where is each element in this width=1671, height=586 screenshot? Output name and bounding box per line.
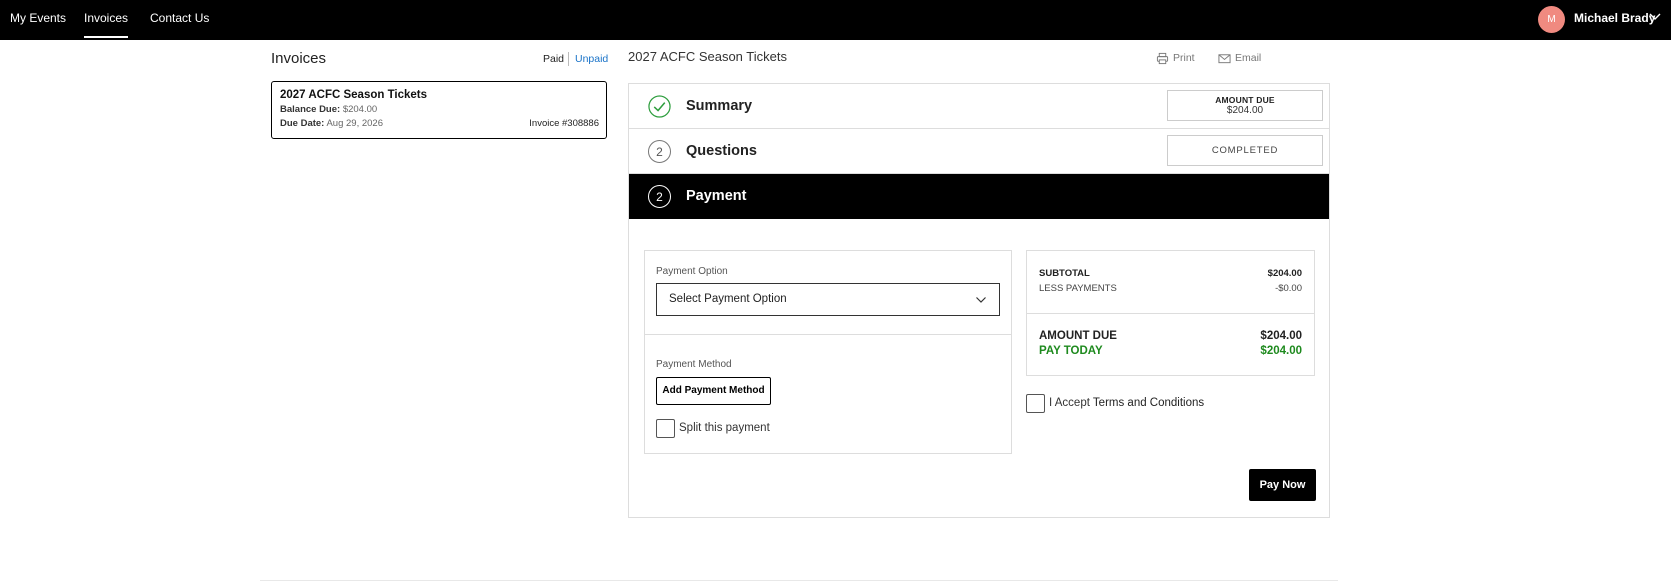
pay-now-button[interactable]: Pay Now (1249, 469, 1316, 501)
step-questions-title: Questions (686, 143, 757, 159)
amount-due-row: AMOUNT DUE $204.00 (1039, 329, 1302, 343)
chevron-down-icon[interactable] (1648, 12, 1662, 22)
step-summary-title: Summary (686, 98, 753, 114)
filter-divider (568, 52, 569, 66)
due-date-label: Due Date: (280, 118, 325, 129)
invoice-card[interactable]: 2027 ACFC Season Tickets Balance Due: $2… (271, 81, 607, 139)
split-payment-label: Split this payment (679, 422, 770, 434)
less-payments-row: LESS PAYMENTS -$0.00 (1039, 283, 1302, 295)
subtotal-label: SUBTOTAL (1039, 268, 1090, 279)
step-number: 2 (648, 140, 671, 163)
split-payment-checkbox[interactable] (656, 419, 675, 438)
amount-due-label: AMOUNT DUE (1039, 330, 1117, 342)
subtotal-value: $204.00 (1267, 268, 1302, 279)
balance-label: Balance Due: (280, 104, 341, 115)
step-questions[interactable]: 2 Questions COMPLETED (629, 129, 1329, 174)
print-button[interactable]: Print (1156, 51, 1195, 65)
terms-link[interactable]: Terms and Conditions (1093, 397, 1204, 409)
divider (1027, 313, 1314, 314)
less-payments-value: -$0.00 (1275, 283, 1302, 294)
checkout-steps: Summary AMOUNT DUE $204.00 2 Questions C… (628, 83, 1330, 518)
terms-prefix: I Accept (1049, 397, 1090, 409)
invoice-card-title: 2027 ACFC Season Tickets (280, 89, 428, 101)
divider (645, 334, 1011, 335)
nav-link-invoices[interactable]: Invoices (84, 10, 129, 38)
print-label: Print (1173, 52, 1195, 64)
subtotal-row: SUBTOTAL $204.00 (1039, 268, 1302, 280)
step-summary[interactable]: Summary AMOUNT DUE $204.00 (629, 84, 1329, 129)
amount-due-box-value: $204.00 (1226, 105, 1264, 116)
filter-paid[interactable]: Paid (543, 52, 564, 66)
balance-value: $204.00 (342, 104, 378, 115)
check-circle-icon (648, 95, 671, 118)
user-name[interactable]: Michael Brady (1574, 10, 1655, 26)
add-payment-method-button[interactable]: Add Payment Method (656, 377, 771, 405)
payment-option-select[interactable]: Select Payment Option (656, 283, 1000, 316)
pay-today-value: $204.00 (1260, 345, 1302, 357)
less-payments-label: LESS PAYMENTS (1039, 283, 1117, 294)
pay-today-label: PAY TODAY (1039, 345, 1103, 357)
invoice-due-date: Due Date: Aug 29, 2026 (280, 118, 383, 130)
footer-divider (260, 580, 1338, 581)
nav-link-my-events[interactable]: My Events (10, 10, 66, 26)
totals-panel: SUBTOTAL $204.00 LESS PAYMENTS -$0.00 AM… (1026, 250, 1315, 376)
pay-today-row: PAY TODAY $204.00 (1039, 344, 1302, 358)
invoice-balance: Balance Due: $204.00 (280, 104, 377, 116)
amount-due-box: AMOUNT DUE $204.00 (1167, 90, 1323, 121)
completed-badge: COMPLETED (1167, 135, 1323, 166)
chevron-down-icon (976, 297, 986, 303)
amount-due-box-label: AMOUNT DUE (1215, 95, 1275, 105)
terms-label: I Accept Terms and Conditions (1049, 396, 1204, 410)
payment-option-value: Select Payment Option (669, 293, 787, 305)
email-label: Email (1235, 52, 1262, 64)
amount-due-value: $204.00 (1260, 330, 1302, 342)
email-button[interactable]: Email (1218, 51, 1261, 65)
invoice-number: Invoice #308886 (529, 118, 599, 129)
step-number: 2 (648, 185, 671, 208)
payment-method-label: Payment Method (656, 359, 732, 370)
printer-icon (1156, 52, 1169, 64)
terms-checkbox[interactable] (1026, 394, 1045, 413)
payment-form: Payment Option Select Payment Option Pay… (644, 250, 1012, 454)
invoices-heading: Invoices (271, 50, 327, 67)
page-title: 2027 ACFC Season Tickets (628, 49, 787, 64)
mail-icon (1218, 53, 1231, 63)
nav-link-contact-us[interactable]: Contact Us (150, 10, 209, 26)
due-date-value: Aug 29, 2026 (326, 118, 383, 129)
payment-option-label: Payment Option (656, 266, 728, 277)
avatar[interactable]: M (1538, 6, 1565, 33)
step-payment-title: Payment (686, 188, 747, 204)
top-nav: My Events Invoices Contact Us M Michael … (0, 0, 1671, 40)
filter-unpaid[interactable]: Unpaid (575, 52, 608, 66)
step-payment[interactable]: 2 Payment (629, 174, 1329, 219)
